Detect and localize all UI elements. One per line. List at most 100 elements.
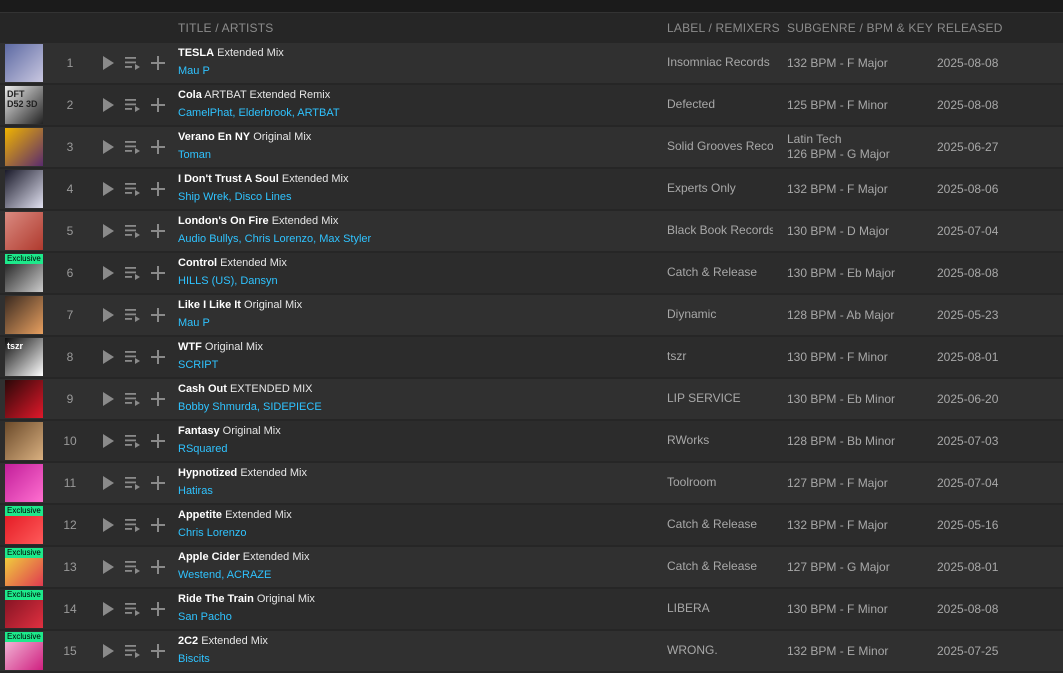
record-label[interactable]: tszr	[667, 349, 773, 363]
track-artists[interactable]: Audio Bullys, Chris Lorenzo, Max Styler	[178, 233, 371, 245]
record-label[interactable]: Solid Grooves Records	[667, 139, 773, 153]
add-to-queue-button[interactable]	[124, 474, 142, 492]
play-button[interactable]	[99, 264, 117, 282]
play-button[interactable]	[99, 516, 117, 534]
track-title[interactable]: London's On Fire Extended Mix	[178, 215, 338, 227]
track-title[interactable]: Fantasy Original Mix	[178, 425, 281, 437]
album-artwork[interactable]: DFT D52 3D	[5, 86, 43, 124]
play-button[interactable]	[99, 558, 117, 576]
album-artwork[interactable]	[5, 212, 43, 250]
track-title[interactable]: Verano En NY Original Mix	[178, 131, 311, 143]
album-artwork[interactable]: Exclusive	[5, 590, 43, 628]
album-artwork[interactable]: Exclusive	[5, 254, 43, 292]
record-label[interactable]: Experts Only	[667, 181, 773, 195]
record-label[interactable]: WRONG.	[667, 643, 773, 657]
album-artwork[interactable]: Exclusive	[5, 506, 43, 544]
add-to-queue-button[interactable]	[124, 222, 142, 240]
add-to-playlist-button[interactable]	[149, 600, 167, 618]
play-button[interactable]	[99, 138, 117, 156]
album-artwork[interactable]: tszr	[5, 338, 43, 376]
add-to-queue-button[interactable]	[124, 180, 142, 198]
track-title[interactable]: Ride The Train Original Mix	[178, 593, 315, 605]
track-artists[interactable]: CamelPhat, Elderbrook, ARTBAT	[178, 107, 340, 119]
album-artwork[interactable]	[5, 44, 43, 82]
play-button[interactable]	[99, 180, 117, 198]
record-label[interactable]: RWorks	[667, 433, 773, 447]
record-label[interactable]: Catch & Release	[667, 559, 773, 573]
track-title[interactable]: Cash Out EXTENDED MIX	[178, 383, 312, 395]
track-artists[interactable]: San Pacho	[178, 611, 232, 623]
play-button[interactable]	[99, 390, 117, 408]
add-to-queue-button[interactable]	[124, 600, 142, 618]
track-title[interactable]: TESLA Extended Mix	[178, 47, 284, 59]
track-artists[interactable]: RSquared	[178, 443, 228, 455]
track-artists[interactable]: Toman	[178, 149, 211, 161]
add-to-queue-button[interactable]	[124, 54, 142, 72]
track-title[interactable]: Cola ARTBAT Extended Remix	[178, 89, 330, 101]
track-artists[interactable]: SCRIPT	[178, 359, 218, 371]
record-label[interactable]: LIBERA	[667, 601, 773, 615]
track-title[interactable]: 2C2 Extended Mix	[178, 635, 268, 647]
record-label[interactable]: Catch & Release	[667, 517, 773, 531]
record-label[interactable]: Insomniac Records	[667, 55, 773, 69]
play-button[interactable]	[99, 600, 117, 618]
track-title[interactable]: Hypnotized Extended Mix	[178, 467, 307, 479]
add-to-playlist-button[interactable]	[149, 432, 167, 450]
record-label[interactable]: Diynamic	[667, 307, 773, 321]
track-title[interactable]: Apple Cider Extended Mix	[178, 551, 309, 563]
album-artwork[interactable]	[5, 380, 43, 418]
add-to-playlist-button[interactable]	[149, 516, 167, 534]
track-artists[interactable]: Chris Lorenzo	[178, 527, 246, 539]
add-to-queue-button[interactable]	[124, 306, 142, 324]
add-to-playlist-button[interactable]	[149, 96, 167, 114]
album-artwork[interactable]	[5, 170, 43, 208]
add-to-playlist-button[interactable]	[149, 474, 167, 492]
track-artists[interactable]: Westend, ACRAZE	[178, 569, 271, 581]
header-subgenre-bpm-key[interactable]: SUBGENRE / BPM & KEY	[787, 21, 933, 35]
play-button[interactable]	[99, 432, 117, 450]
track-artists[interactable]: Biscits	[178, 653, 210, 665]
add-to-queue-button[interactable]	[124, 348, 142, 366]
play-button[interactable]	[99, 474, 117, 492]
track-artists[interactable]: Ship Wrek, Disco Lines	[178, 191, 292, 203]
track-title[interactable]: Like I Like It Original Mix	[178, 299, 302, 311]
add-to-playlist-button[interactable]	[149, 264, 167, 282]
album-artwork[interactable]	[5, 296, 43, 334]
add-to-playlist-button[interactable]	[149, 558, 167, 576]
add-to-queue-button[interactable]	[124, 558, 142, 576]
record-label[interactable]: Toolroom	[667, 475, 773, 489]
add-to-playlist-button[interactable]	[149, 54, 167, 72]
play-button[interactable]	[99, 348, 117, 366]
add-to-queue-button[interactable]	[124, 432, 142, 450]
add-to-playlist-button[interactable]	[149, 222, 167, 240]
add-to-queue-button[interactable]	[124, 516, 142, 534]
add-to-playlist-button[interactable]	[149, 642, 167, 660]
album-artwork[interactable]	[5, 422, 43, 460]
record-label[interactable]: LIP SERVICE	[667, 391, 773, 405]
album-artwork[interactable]	[5, 464, 43, 502]
add-to-queue-button[interactable]	[124, 642, 142, 660]
play-button[interactable]	[99, 306, 117, 324]
add-to-queue-button[interactable]	[124, 96, 142, 114]
track-artists[interactable]: Mau P	[178, 317, 210, 329]
add-to-playlist-button[interactable]	[149, 306, 167, 324]
header-label-remixers[interactable]: LABEL / REMIXERS	[667, 21, 780, 35]
play-button[interactable]	[99, 54, 117, 72]
add-to-playlist-button[interactable]	[149, 348, 167, 366]
add-to-queue-button[interactable]	[124, 138, 142, 156]
track-artists[interactable]: Mau P	[178, 65, 210, 77]
add-to-playlist-button[interactable]	[149, 138, 167, 156]
record-label[interactable]: Catch & Release	[667, 265, 773, 279]
header-title-artists[interactable]: TITLE / ARTISTS	[178, 21, 273, 35]
album-artwork[interactable]: Exclusive	[5, 632, 43, 670]
play-button[interactable]	[99, 642, 117, 660]
track-artists[interactable]: Hatiras	[178, 485, 213, 497]
add-to-queue-button[interactable]	[124, 264, 142, 282]
play-button[interactable]	[99, 96, 117, 114]
add-to-queue-button[interactable]	[124, 390, 142, 408]
track-title[interactable]: Control Extended Mix	[178, 257, 287, 269]
track-title[interactable]: I Don't Trust A Soul Extended Mix	[178, 173, 349, 185]
play-button[interactable]	[99, 222, 117, 240]
subgenre[interactable]: Latin Tech	[787, 131, 842, 147]
add-to-playlist-button[interactable]	[149, 390, 167, 408]
